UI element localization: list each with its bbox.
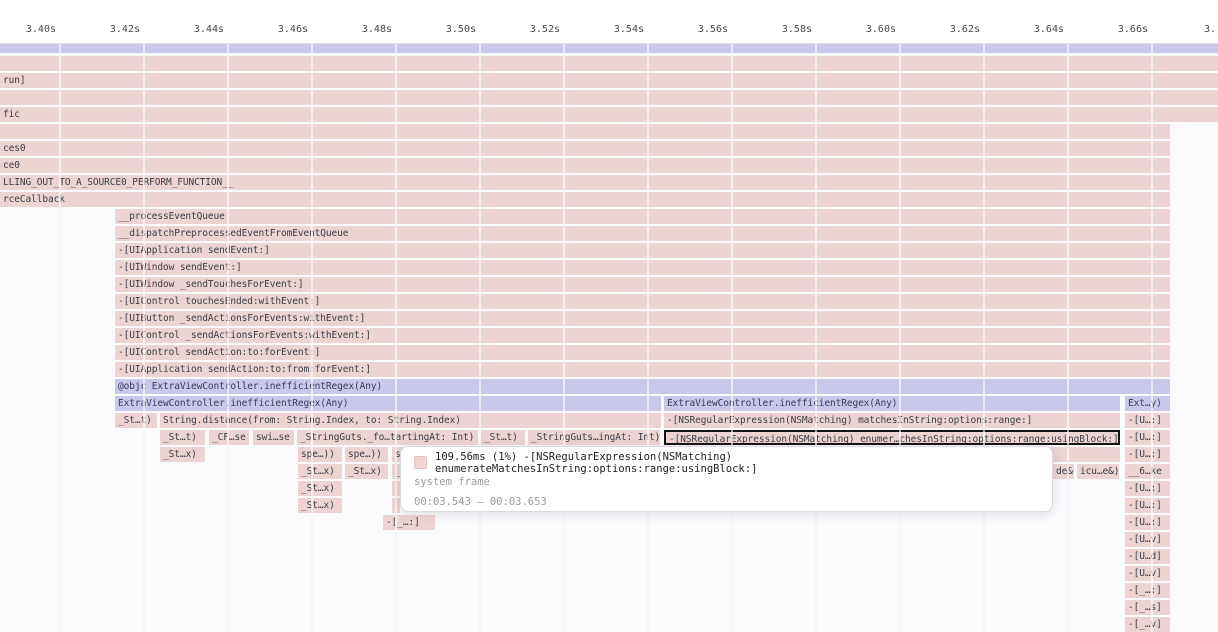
gridline	[479, 44, 481, 632]
gridline	[731, 44, 733, 632]
flame-frame[interactable]: _St…t)	[115, 413, 157, 428]
flame-frame[interactable]: -[UIButton _sendActionsForEvents:withEve…	[115, 311, 1170, 326]
time-tick-label: 3.54s	[584, 24, 644, 35]
flame-frame[interactable]	[0, 44, 1218, 53]
gridline	[143, 44, 145, 632]
flame-frame[interactable]: _St…t)	[481, 430, 525, 445]
flame-frame[interactable]: -[U…:]	[1125, 413, 1170, 428]
flame-frame[interactable]: __6…ke	[1125, 464, 1170, 479]
flame-frame[interactable]: _StringGuts._fo…tartingAt: Int)	[297, 430, 478, 445]
time-tick-label: 3.40s	[0, 24, 56, 35]
frame-color-swatch	[414, 456, 427, 469]
time-tick-label: 3.48s	[332, 24, 392, 35]
flame-frame[interactable]: __dispatchPreprocessedEventFromEventQueu…	[115, 226, 1170, 241]
flame-frame[interactable]: -[U…d]	[1125, 549, 1170, 564]
time-tick-label: 3.58s	[752, 24, 812, 35]
flame-frame[interactable]: _St…x)	[298, 498, 342, 513]
flame-frame[interactable]: _St…x)	[298, 464, 342, 479]
flame-frame[interactable]: _St…x)	[345, 464, 388, 479]
gridline	[647, 44, 649, 632]
flame-frame[interactable]: _CF…se	[209, 430, 249, 445]
time-ruler[interactable]: 3.40s 3.42s 3.44s 3.46s 3.48s 3.50s 3.52s 3.54s…	[0, 0, 1218, 44]
gridline	[59, 44, 61, 632]
gridline	[311, 44, 313, 632]
flame-frame[interactable]: fic	[0, 107, 1218, 122]
gridline	[983, 44, 985, 632]
flame-frame[interactable]: __processEventQueue	[115, 209, 1170, 224]
flame-frame[interactable]: -[_…:]	[1125, 583, 1170, 598]
flame-frame[interactable]: ExtraViewController.inefficientRegex(Any…	[115, 396, 661, 411]
flame-frame[interactable]: swi…se	[253, 430, 294, 445]
flame-frame[interactable]: -[UIControl touchesEnded:withEvent:]	[115, 294, 1170, 309]
flame-frame[interactable]: icu…e&)	[1077, 464, 1119, 479]
flame-frame[interactable]: LLING_OUT_TO_A_SOURCE0_PERFORM_FUNCTION_…	[0, 175, 1170, 190]
flame-frame[interactable]: -[UIWindow _sendTouchesForEvent:]	[115, 277, 1170, 292]
flame-frame[interactable]: Ext…y)	[1125, 396, 1170, 411]
time-tick-label: 3.66s	[1088, 24, 1148, 35]
flame-frame[interactable]	[0, 124, 1170, 139]
flame-frame[interactable]: -[UIControl _sendActionsForEvents:withEv…	[115, 328, 1170, 343]
flame-frame[interactable]: -[U…:]	[1125, 515, 1170, 530]
tooltip-subtitle: system frame	[414, 476, 1039, 491]
flame-frame[interactable]: -[U…v]	[1125, 566, 1170, 581]
flame-frame[interactable]: -[UIApplication sendAction:to:from:forEv…	[115, 362, 1170, 377]
flame-frame[interactable]: String.distance(from: String.Index, to: …	[160, 413, 661, 428]
frame-tooltip: 109.56ms (1%) -[NSRegularExpression(NSMa…	[400, 446, 1053, 512]
time-tick-label: 3.	[1204, 24, 1218, 35]
time-tick-label: 3.52s	[500, 24, 560, 35]
flame-frame[interactable]: -[_…v]	[1125, 617, 1170, 632]
flame-frame[interactable]: _StringGuts…ingAt: Int)	[528, 430, 660, 445]
time-tick-label: 3.64s	[1004, 24, 1064, 35]
gridline	[395, 44, 397, 632]
flame-frame[interactable]: -[UIControl sendAction:to:forEvent:]	[115, 345, 1170, 360]
gridline	[815, 44, 817, 632]
flame-frame[interactable]: -[U…:]	[1125, 498, 1170, 513]
time-tick-label: 3.44s	[164, 24, 224, 35]
flame-frame[interactable]: -[U…:]	[1125, 481, 1170, 496]
time-tick-label: 3.42s	[80, 24, 140, 35]
flame-frame[interactable]: -[UIWindow sendEvent:]	[115, 260, 1170, 275]
flame-frame[interactable]: -[_…s]	[1125, 600, 1170, 615]
gridline	[1067, 44, 1069, 632]
flame-frame[interactable]: spe…))	[345, 447, 388, 462]
flame-frame[interactable]: ce0	[0, 158, 1170, 173]
flame-frame[interactable]: -[_…:]	[383, 515, 435, 530]
flame-frame[interactable]: @objc ExtraViewController.inefficientReg…	[115, 379, 1170, 394]
time-tick-label: 3.50s	[416, 24, 476, 35]
instruments-flame-chart: run] fic ces0 ce0 LLING_OUT_TO_A_SOURCE0_PER…	[0, 0, 1218, 632]
tooltip-title: 109.56ms (1%) -[NSRegularExpression(NSMa…	[435, 451, 1039, 475]
flame-frame[interactable]: _St…t)	[160, 430, 205, 445]
flame-frame[interactable]: spe…))	[298, 447, 342, 462]
gridline	[563, 44, 565, 632]
time-tick-label: 3.60s	[836, 24, 896, 35]
flame-frame[interactable]: run]	[0, 73, 1218, 88]
flame-frame[interactable]: -[UIApplication sendEvent:]	[115, 243, 1170, 258]
gridline	[227, 44, 229, 632]
time-tick-label: 3.46s	[248, 24, 308, 35]
flame-frame[interactable]: _St…x)	[160, 447, 205, 462]
time-tick-label: 3.56s	[668, 24, 728, 35]
flame-frame[interactable]: _St…x)	[298, 481, 342, 496]
gridline	[1151, 44, 1153, 632]
flame-frame[interactable]: rceCallback	[0, 192, 1170, 207]
gridline	[899, 44, 901, 632]
flame-frame[interactable]: ces0	[0, 141, 1170, 156]
flame-frame[interactable]	[0, 90, 1218, 105]
flame-frame[interactable]: -[U…:]	[1125, 447, 1170, 462]
flame-frame[interactable]: de&)	[1053, 464, 1074, 479]
flame-frame[interactable]: -[U…v]	[1125, 532, 1170, 547]
tooltip-title-row: 109.56ms (1%) -[NSRegularExpression(NSMa…	[414, 455, 1039, 470]
time-tick-label: 3.62s	[920, 24, 980, 35]
flame-frame[interactable]: -[U…:]	[1125, 430, 1170, 445]
flame-frame[interactable]	[0, 56, 1218, 71]
tooltip-time-range: 00:03.543 — 00:03.653	[414, 496, 1039, 511]
